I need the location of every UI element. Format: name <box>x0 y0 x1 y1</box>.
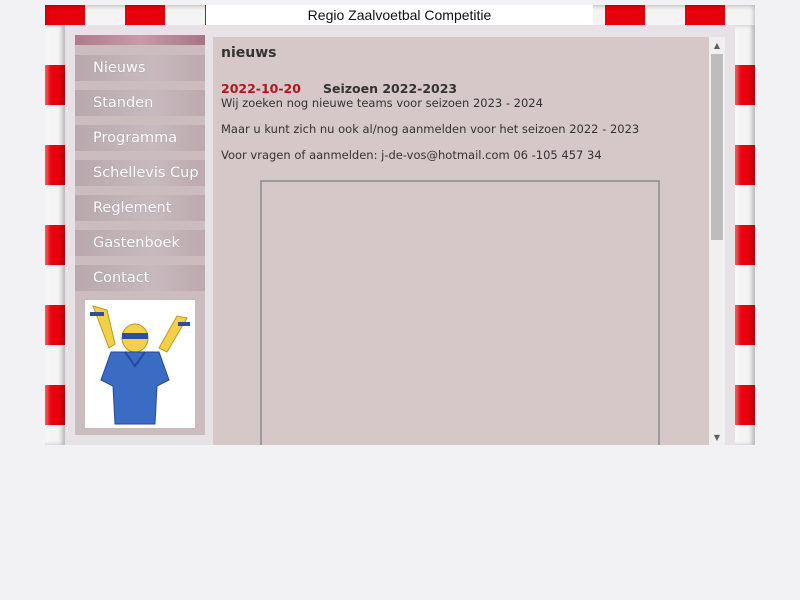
scroll-up-icon[interactable]: ▲ <box>709 37 725 53</box>
nav-item-reglement[interactable]: Reglement <box>75 195 205 221</box>
mascot-image <box>85 300 195 428</box>
scroll-thumb[interactable] <box>711 54 723 240</box>
news-text-3: Voor vragen of aanmelden: j-de-vos@hotma… <box>221 148 602 162</box>
nav-item-standen[interactable]: Standen <box>75 90 205 116</box>
sidebar: Nieuws Standen Programma Schellevis Cup … <box>75 35 205 435</box>
nav-item-contact[interactable]: Contact <box>75 265 205 291</box>
sidebar-top-strip <box>75 35 205 45</box>
nav-item-schellevis-cup[interactable]: Schellevis Cup <box>75 160 205 186</box>
news-date: 2022-10-20 <box>221 81 301 96</box>
news-title: Seizoen 2022-2023 <box>323 81 458 96</box>
goal-post-left <box>45 25 65 445</box>
embedded-frame <box>260 180 660 445</box>
scroll-down-icon[interactable]: ▼ <box>709 429 725 445</box>
page-container: Nieuws Standen Programma Schellevis Cup … <box>65 25 735 445</box>
nav-item-gastenboek[interactable]: Gastenboek <box>75 230 205 256</box>
cheering-player-icon <box>90 305 190 425</box>
nav-item-programma[interactable]: Programma <box>75 125 205 151</box>
content-panel: nieuws 2022-10-20 Seizoen 2022-2023 Wij z… <box>213 37 725 445</box>
nav-item-nieuws[interactable]: Nieuws <box>75 55 205 81</box>
vertical-scrollbar[interactable]: ▲ ▼ <box>709 37 725 445</box>
news-header: 2022-10-20 Seizoen 2022-2023 <box>221 81 709 96</box>
page-heading: nieuws <box>221 45 277 61</box>
news-text-2: Maar u kunt zich nu ook al/nog aanmelden… <box>221 122 640 136</box>
news-section: nieuws 2022-10-20 Seizoen 2022-2023 Wij z… <box>213 37 709 162</box>
goal-frame: Regio Zaalvoetbal Competitie Nieuws Stan… <box>45 5 755 445</box>
news-text-1: Wij zoeken nog nieuwe teams voor seizoen… <box>221 96 543 110</box>
goal-post-right <box>735 25 755 445</box>
site-title: Regio Zaalvoetbal Competitie <box>206 5 593 25</box>
